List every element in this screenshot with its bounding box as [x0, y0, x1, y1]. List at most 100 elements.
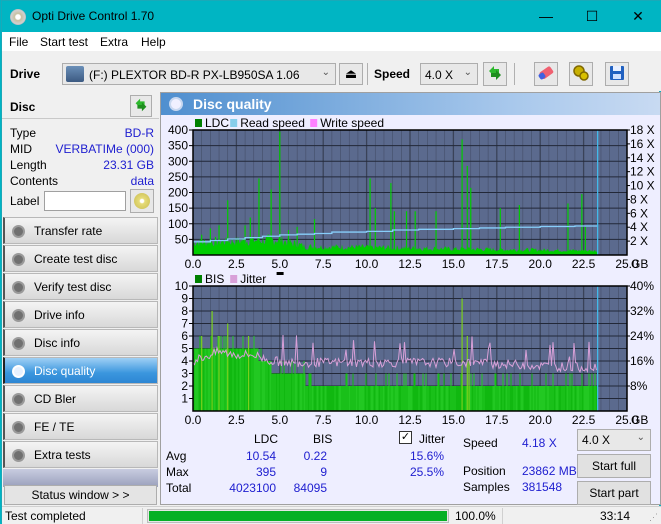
bis-chart: BIS Jitter 12345678910 8% 16% 24% 32% 40% 0.0 2.5…	[175, 272, 654, 427]
maximize-button[interactable]: ☐	[569, 1, 615, 32]
y-tick-label: 100	[168, 217, 188, 231]
refresh-arrows-icon	[489, 66, 501, 80]
x-tick-label: 0.0	[185, 413, 202, 427]
legend-label-ldc: LDC	[205, 116, 229, 130]
legend-swatch-write-speed	[310, 119, 318, 127]
sidebar-item-drive-info[interactable]: Drive info	[3, 301, 158, 328]
x-tick-label: 12.5	[398, 413, 422, 427]
settings-button[interactable]	[569, 62, 593, 86]
sidebar-item-verify-test-disc[interactable]: Verify test disc	[3, 273, 158, 300]
test-speed-select[interactable]: 4.0 X ⌄	[577, 429, 651, 451]
start-part-button[interactable]: Start part	[577, 481, 651, 505]
app-window: Opti Drive Control 1.70 — ☐ ✕ File Start…	[1, 0, 661, 524]
y2-tick-label: 8 X	[630, 192, 648, 206]
disc-icon	[12, 281, 25, 294]
sidebar-item-transfer-rate[interactable]: Transfer rate	[3, 217, 158, 244]
refresh-button[interactable]	[483, 62, 507, 86]
x-tick-label: 0.0	[185, 257, 202, 271]
x-axis-unit: GB	[631, 413, 648, 427]
save-button[interactable]	[605, 62, 629, 86]
disc-icon	[12, 449, 25, 462]
sidebar-item-extra-tests[interactable]: Extra tests	[3, 441, 158, 468]
menu-start-test[interactable]: Start test	[40, 35, 88, 49]
sidebar-item-label: Drive info	[34, 308, 85, 322]
sidebar-item-fe-te[interactable]: FE / TE	[3, 413, 158, 440]
sidebar-item-label: CD Bler	[34, 392, 77, 406]
status-window-button[interactable]: Status window > >	[4, 485, 157, 505]
minimize-button[interactable]: —	[523, 1, 569, 32]
disc-prop-contents: Contents data	[10, 174, 154, 190]
toolbar-divider	[367, 63, 368, 85]
menu-help[interactable]: Help	[141, 35, 166, 49]
x-tick-label: 20.0	[529, 413, 553, 427]
y-tick-label: 4	[181, 354, 188, 368]
resize-grip-icon[interactable]: ⋰	[649, 512, 658, 523]
sidebar-item-label: Extra tests	[34, 448, 91, 462]
window-title: Opti Drive Control 1.70	[32, 9, 155, 23]
prop-key: Contents	[10, 174, 59, 188]
legend-swatch-jitter	[230, 275, 238, 283]
legend-swatch-bis	[195, 275, 202, 283]
y2-tick-label: 16%	[630, 354, 654, 368]
left-panel: Disc Type BD-R MID VERBATIMe (000) Lengt…	[2, 91, 159, 505]
x-tick-label: 15.0	[442, 257, 466, 271]
progress-bar	[147, 509, 449, 523]
y-tick-label: 8	[181, 304, 188, 318]
prop-value: BD-R	[124, 126, 154, 140]
menu-file[interactable]: File	[9, 35, 28, 49]
sidebar-item-disc-info[interactable]: Disc info	[3, 329, 158, 356]
sidebar-item-cd-bler[interactable]: CD Bler	[3, 385, 158, 412]
y2-tick-label: 24%	[630, 329, 654, 343]
close-button[interactable]: ✕	[615, 1, 661, 32]
sidebar-item-label: Disc quality	[34, 364, 96, 378]
x-axis-unit: GB	[631, 257, 648, 271]
drive-select[interactable]: (F:) PLEXTOR BD-R PX-LB950SA 1.06 ⌄	[62, 63, 336, 85]
drive-icon	[66, 66, 84, 82]
sidebar-item-create-test-disc[interactable]: Create test disc	[3, 245, 158, 272]
x-tick-label: 7.5	[315, 257, 332, 271]
start-full-button[interactable]: Start full	[577, 454, 651, 478]
y-tick-label: 400	[168, 123, 188, 137]
x-tick-label: 2.5	[228, 413, 245, 427]
legend-label-write-speed: Write speed	[320, 116, 384, 130]
x-tick-label: 5.0	[271, 257, 288, 271]
disc-prop-mid: MID VERBATIMe (000)	[10, 142, 154, 158]
sidebar-item-label: Disc info	[34, 336, 81, 350]
x-tick-label: 22.5	[572, 413, 596, 427]
y2-tick-label: 8%	[630, 379, 648, 393]
samples-value: 381548	[522, 480, 563, 494]
disc-label-button[interactable]	[130, 189, 154, 213]
menu-extra[interactable]: Extra	[100, 35, 128, 49]
disc-label-input[interactable]	[44, 191, 126, 211]
stats-col-ldc: LDC	[254, 432, 279, 446]
x-tick-label: 17.5	[485, 257, 509, 271]
stats-col-bis: BIS	[313, 432, 333, 446]
eject-button[interactable]: ⏏	[339, 63, 363, 85]
max-ldc: 395	[255, 465, 276, 479]
disc-icon	[12, 337, 25, 350]
x-tick-label: 10.0	[355, 257, 379, 271]
prop-key: Type	[10, 126, 37, 140]
jitter-checkbox[interactable]: ✓	[399, 431, 412, 444]
sidebar-item-disc-quality[interactable]: Disc quality	[3, 357, 158, 384]
y2-tick-label: 12 X	[630, 165, 655, 179]
total-ldc: 4023100	[229, 481, 276, 495]
gears-icon	[573, 65, 589, 81]
legend-swatch-read-speed	[230, 119, 238, 127]
disc-quality-panel: Disc quality LDC Read speed Write speed 50 1…	[160, 92, 661, 505]
erase-button[interactable]	[534, 62, 558, 86]
disc-header-label: Disc	[10, 100, 36, 114]
avg-ldc: 10.54	[245, 449, 276, 463]
title-bar: Opti Drive Control 1.70 — ☐ ✕	[2, 1, 661, 32]
test-speed-select-value: 4.0 X	[582, 433, 611, 447]
y-tick-label: 3	[181, 367, 188, 381]
status-text: Test completed	[5, 509, 86, 523]
y2-tick-label: 40%	[630, 279, 654, 293]
speed-select[interactable]: 4.0 X ⌄	[420, 63, 478, 85]
y2-tick-label: 10 X	[630, 179, 655, 193]
y2-tick-label: 2 X	[630, 234, 648, 248]
x-tick-label: 10.0	[355, 413, 379, 427]
disc-refresh-button[interactable]	[130, 95, 152, 117]
panel-title: Disc quality	[193, 96, 272, 112]
progress-text: 100.0%	[455, 509, 496, 523]
